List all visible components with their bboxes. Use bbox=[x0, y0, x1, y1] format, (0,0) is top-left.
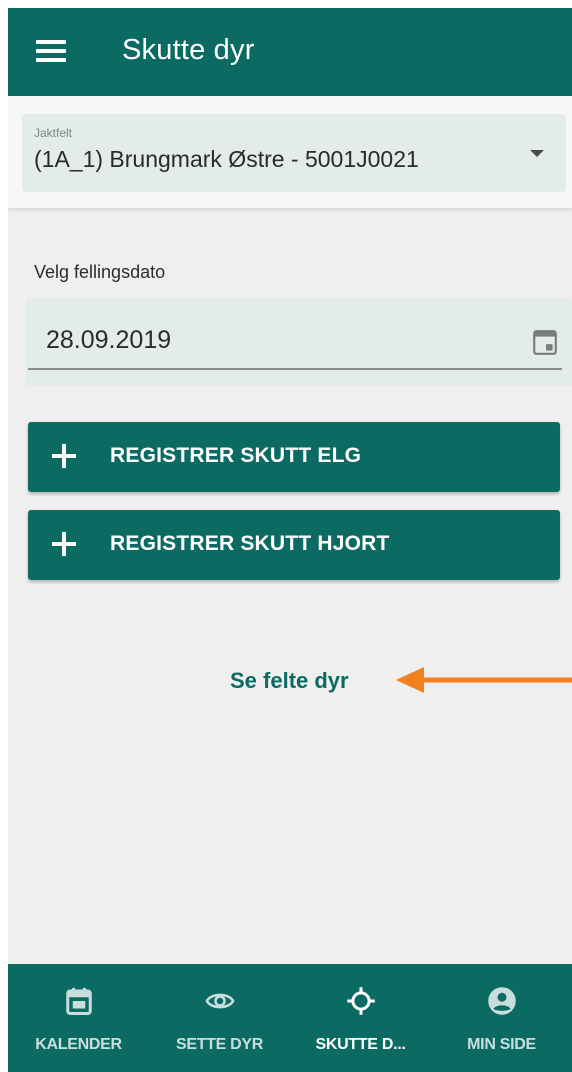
menu-icon-bar bbox=[36, 58, 66, 62]
nav-item-kalender[interactable]: KALENDER bbox=[8, 964, 149, 1072]
see-felled-animals-link[interactable]: Se felte dyr bbox=[230, 668, 349, 694]
date-underline bbox=[28, 368, 562, 370]
date-input[interactable]: 28.09.2019 bbox=[26, 298, 572, 386]
register-hjort-button[interactable]: REGISTRER SKUTT HJORT bbox=[28, 510, 560, 580]
plus-icon bbox=[52, 444, 76, 468]
annotation-arrow-icon bbox=[396, 667, 572, 693]
nav-item-skutte-dyr[interactable]: SKUTTE D... bbox=[290, 964, 431, 1072]
menu-icon-bar bbox=[36, 40, 66, 44]
calendar-icon bbox=[66, 987, 92, 1015]
nav-label-skutte-dyr: SKUTTE D... bbox=[315, 1036, 406, 1053]
hunting-field-value: (1A_1) Brungmark Østre - 5001J0021 bbox=[34, 146, 419, 172]
app-frame: Skutte dyr Jaktfelt (1A_1) Brungmark Øst… bbox=[8, 8, 572, 1072]
date-label: Velg fellingsdato bbox=[34, 262, 166, 282]
account-icon bbox=[488, 987, 516, 1015]
app-bar: Skutte dyr bbox=[8, 8, 572, 96]
date-value: 28.09.2019 bbox=[46, 326, 172, 354]
hunting-field-section: Jaktfelt (1A_1) Brungmark Østre - 5001J0… bbox=[8, 96, 572, 209]
menu-icon-bar bbox=[36, 49, 66, 53]
nav-item-sette-dyr[interactable]: SETTE DYR bbox=[149, 964, 290, 1072]
menu-icon[interactable] bbox=[36, 40, 68, 64]
register-elg-label: REGISTRER SKUTT ELG bbox=[110, 444, 362, 467]
nav-label-min-side: MIN SIDE bbox=[467, 1036, 536, 1053]
bottom-navigation: KALENDER SETTE DYR SKUTTE D... MIN SIDE bbox=[8, 964, 572, 1072]
register-hjort-label: REGISTRER SKUTT HJORT bbox=[110, 532, 390, 555]
register-elg-button[interactable]: REGISTRER SKUTT ELG bbox=[28, 422, 560, 492]
crosshair-icon bbox=[347, 987, 375, 1015]
nav-label-sette-dyr: SETTE DYR bbox=[175, 1036, 264, 1053]
plus-icon bbox=[52, 532, 76, 556]
dropdown-arrow-icon[interactable] bbox=[530, 150, 544, 157]
hunting-field-select[interactable]: Jaktfelt (1A_1) Brungmark Østre - 5001J0… bbox=[22, 114, 566, 192]
page-title: Skutte dyr bbox=[122, 34, 255, 66]
nav-item-min-side[interactable]: MIN SIDE bbox=[431, 964, 572, 1072]
hunting-field-label: Jaktfelt bbox=[34, 126, 73, 140]
eye-icon bbox=[205, 993, 235, 1009]
nav-label-kalender: KALENDER bbox=[35, 1036, 122, 1053]
calendar-icon[interactable] bbox=[532, 328, 558, 356]
